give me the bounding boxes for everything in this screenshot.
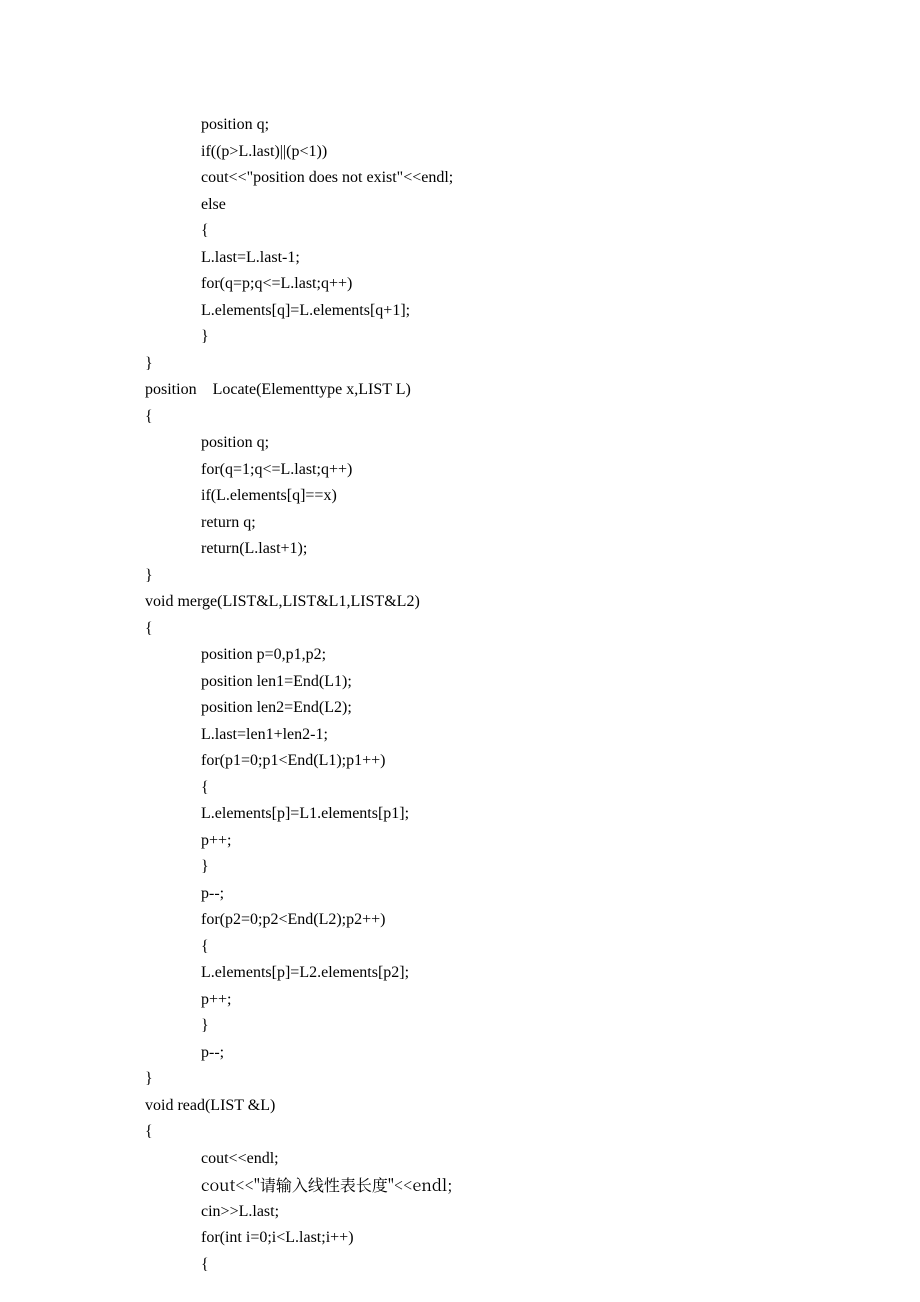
- code-line: cout<<endl;: [145, 1146, 785, 1173]
- code-line: {: [145, 218, 785, 245]
- code-line: position len2=End(L2);: [145, 695, 785, 722]
- code-line: position q;: [145, 112, 785, 139]
- code-line: {: [145, 404, 785, 431]
- code-line: L.elements[p]=L1.elements[p1];: [145, 801, 785, 828]
- code-line: L.elements[p]=L2.elements[p2];: [145, 960, 785, 987]
- code-line: {: [145, 1252, 785, 1279]
- code-line: {: [145, 775, 785, 802]
- code-line: void merge(LIST&L,LIST&L1,LIST&L2): [145, 589, 785, 616]
- code-page: position q;if((p>L.last)||(p<1))cout<<"p…: [145, 112, 785, 1278]
- code-line: {: [145, 934, 785, 961]
- code-line: }: [145, 854, 785, 881]
- code-line: position len1=End(L1);: [145, 669, 785, 696]
- code-line: L.last=len1+len2-1;: [145, 722, 785, 749]
- code-line: return q;: [145, 510, 785, 537]
- code-line: for(int i=0;i<L.last;i++): [145, 1225, 785, 1252]
- code-line: for(q=p;q<=L.last;q++): [145, 271, 785, 298]
- code-line: position Locate(Elementtype x,LIST L): [145, 377, 785, 404]
- code-line: }: [145, 351, 785, 378]
- code-line: }: [145, 324, 785, 351]
- code-line: if(L.elements[q]==x): [145, 483, 785, 510]
- code-line: else: [145, 192, 785, 219]
- code-line: p++;: [145, 828, 785, 855]
- code-line: cout<<"请输入线性表长度"<<endl;: [145, 1172, 785, 1199]
- code-line: {: [145, 616, 785, 643]
- code-line: cout<<"position does not exist"<<endl;: [145, 165, 785, 192]
- code-line: for(p2=0;p2<End(L2);p2++): [145, 907, 785, 934]
- code-line: }: [145, 1013, 785, 1040]
- code-block: position q;if((p>L.last)||(p<1))cout<<"p…: [145, 112, 785, 1278]
- code-line: }: [145, 1066, 785, 1093]
- code-line: L.elements[q]=L.elements[q+1];: [145, 298, 785, 325]
- code-line: }: [145, 563, 785, 590]
- code-line: for(q=1;q<=L.last;q++): [145, 457, 785, 484]
- code-line: void read(LIST &L): [145, 1093, 785, 1120]
- code-line: position p=0,p1,p2;: [145, 642, 785, 669]
- code-line: L.last=L.last-1;: [145, 245, 785, 272]
- code-line: return(L.last+1);: [145, 536, 785, 563]
- code-line: p--;: [145, 1040, 785, 1067]
- code-line: p--;: [145, 881, 785, 908]
- code-line: p++;: [145, 987, 785, 1014]
- code-line: cin>>L.last;: [145, 1199, 785, 1226]
- code-line: if((p>L.last)||(p<1)): [145, 139, 785, 166]
- code-line: position q;: [145, 430, 785, 457]
- code-line: {: [145, 1119, 785, 1146]
- code-line: for(p1=0;p1<End(L1);p1++): [145, 748, 785, 775]
